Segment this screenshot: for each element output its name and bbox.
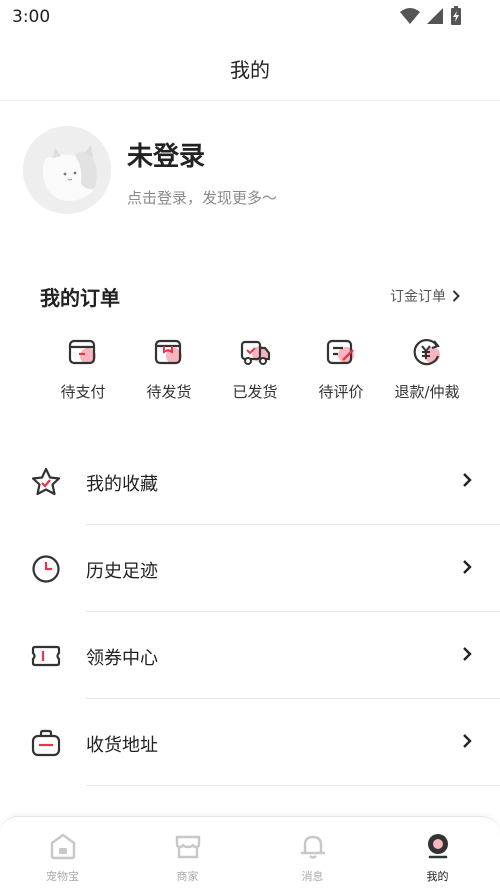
- order-item-refund[interactable]: 退款/仲裁: [384, 337, 470, 407]
- menu-item-history[interactable]: 历史足迹: [0, 525, 500, 612]
- menu-item-label: 收货地址: [86, 735, 158, 756]
- menu-list: 我的收藏 历史足迹 领券中心 收货地址: [0, 438, 500, 786]
- menu-item-label: 我的收藏: [86, 474, 158, 495]
- order-item-label: 待评价: [318, 383, 364, 401]
- status-bar: 3:00: [0, 0, 500, 34]
- bottom-tab-bar: 宠物宝 商家 消息 我的: [0, 816, 500, 890]
- tab-label: 宠物宝: [46, 870, 79, 883]
- orders-title: 我的订单: [40, 286, 120, 310]
- username[interactable]: 未登录: [127, 136, 205, 173]
- address-icon: [31, 729, 61, 757]
- order-item-pending-review[interactable]: 待评价: [298, 337, 384, 407]
- tab-mine[interactable]: 我的: [375, 817, 500, 890]
- menu-item-label: 历史足迹: [86, 561, 158, 582]
- menu-item-address[interactable]: 收货地址: [0, 699, 500, 786]
- menu-item-label: 领券中心: [86, 648, 158, 669]
- truck-icon: [240, 340, 271, 365]
- chevron-right-icon: [463, 560, 472, 574]
- tab-messages[interactable]: 消息: [250, 817, 375, 890]
- profile-section[interactable]: 未登录 点击登录，发现更多〜: [0, 126, 500, 226]
- tab-home[interactable]: 宠物宝: [0, 817, 125, 890]
- orders-header: 我的订单 订金订单: [40, 282, 460, 312]
- tab-merchant[interactable]: 商家: [125, 817, 250, 890]
- wallet-icon: [68, 339, 96, 365]
- tab-label: 商家: [176, 870, 199, 883]
- order-item-shipped[interactable]: 已发货: [212, 337, 298, 407]
- bell-icon: [300, 835, 325, 859]
- chevron-right-icon: [463, 734, 472, 748]
- refund-icon: [413, 339, 440, 366]
- order-item-label: 待发货: [146, 383, 192, 401]
- menu-item-coupons[interactable]: 领券中心: [0, 612, 500, 699]
- order-status-row: 待支付 待发货 已发货 待评价 退款/仲裁: [40, 337, 470, 407]
- avatar[interactable]: [23, 126, 111, 214]
- review-icon: [326, 339, 354, 365]
- status-icons: [400, 6, 462, 26]
- tab-label: 我的: [426, 870, 449, 883]
- order-item-label: 已发货: [232, 383, 278, 401]
- order-item-pending-shipment[interactable]: 待发货: [126, 337, 212, 407]
- wifi-icon: [400, 8, 420, 24]
- shop-icon: [175, 835, 200, 859]
- status-time: 3:00: [12, 7, 51, 27]
- home-icon: [50, 833, 75, 860]
- chevron-right-icon: [463, 473, 472, 487]
- divider: [86, 785, 500, 786]
- order-item-pending-payment[interactable]: 待支付: [40, 337, 126, 407]
- page-title: 我的: [230, 58, 270, 82]
- profile-icon: [427, 834, 448, 859]
- battery-icon: [451, 6, 461, 25]
- cat-avatar-icon: [23, 126, 111, 214]
- order-item-label: 退款/仲裁: [394, 383, 460, 401]
- coupon-icon: [31, 645, 61, 667]
- signal-icon: [427, 8, 443, 24]
- login-hint[interactable]: 点击登录，发现更多〜: [127, 187, 277, 208]
- deposit-orders-link[interactable]: 订金订单: [390, 286, 460, 306]
- order-item-label: 待支付: [60, 383, 106, 401]
- clock-icon: [32, 555, 60, 583]
- tab-label: 消息: [301, 870, 324, 883]
- menu-item-favorites[interactable]: 我的收藏: [0, 438, 500, 525]
- chevron-right-icon: [463, 647, 472, 661]
- page-header: 我的: [0, 34, 500, 101]
- star-icon: [31, 467, 61, 496]
- box-icon: [154, 339, 182, 365]
- deposit-orders-label: 订金订单: [390, 289, 446, 305]
- chevron-right-icon: [452, 290, 460, 302]
